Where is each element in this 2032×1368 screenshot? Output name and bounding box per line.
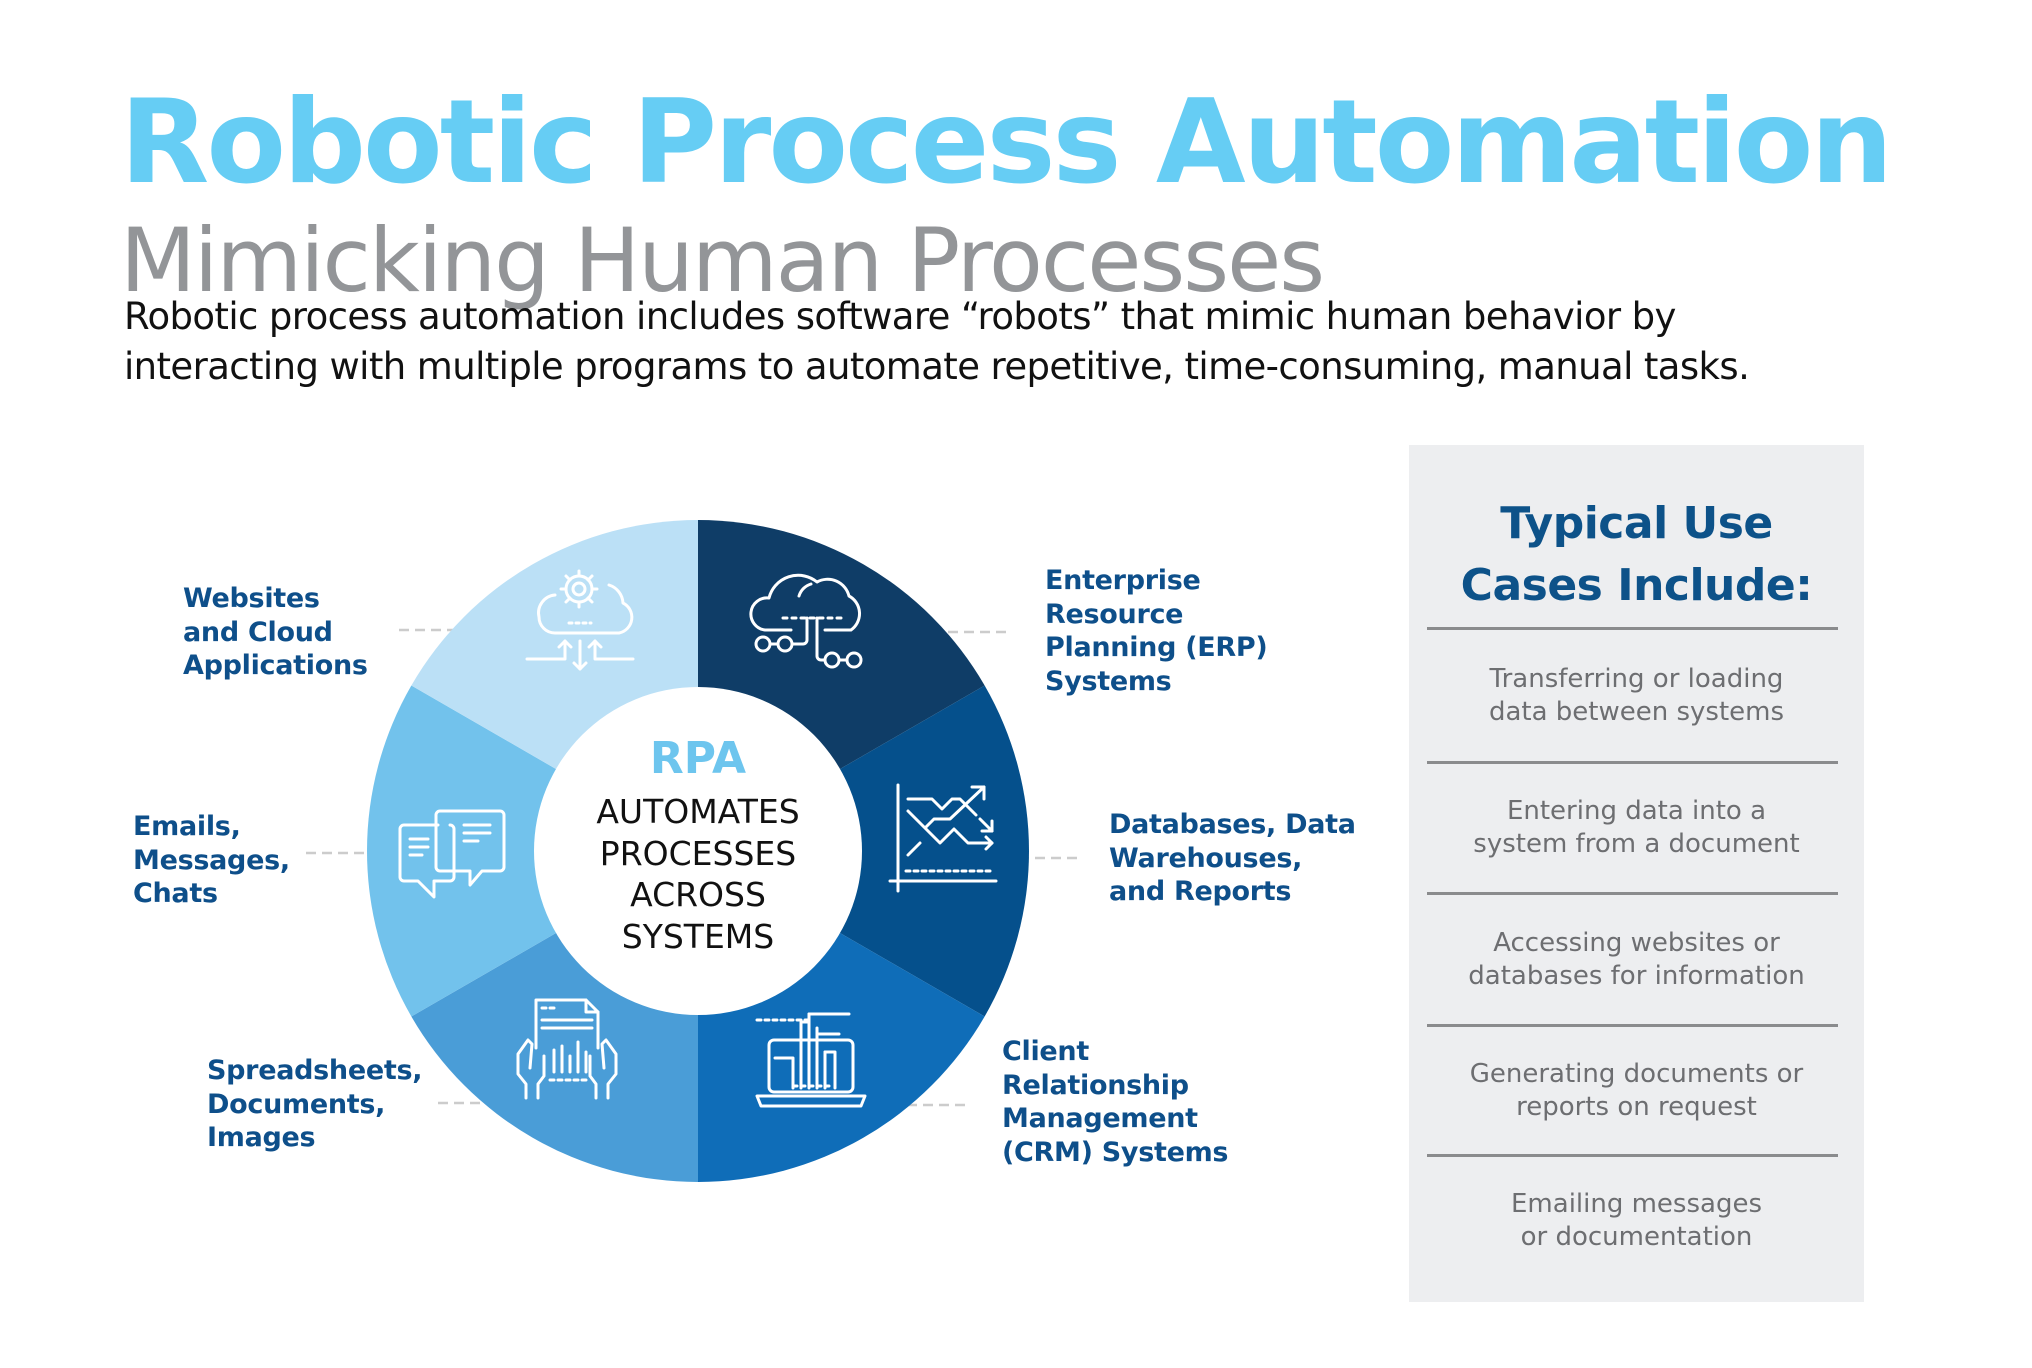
- label-line: Management: [1002, 1103, 1198, 1134]
- divider: [1427, 627, 1838, 630]
- label-line: Chats: [133, 878, 218, 909]
- divider: [1427, 1024, 1838, 1027]
- label-line: Emails,: [133, 811, 241, 842]
- center-caption-line: SYSTEMS: [621, 916, 775, 956]
- use-case-line: Emailing messages: [1511, 1189, 1762, 1219]
- divider: [1427, 761, 1838, 764]
- wheel-center-title: RPA: [649, 733, 747, 784]
- use-case-line: Accessing websites or: [1493, 928, 1780, 958]
- label-crm: Client Relationship Management (CRM) Sys…: [1002, 1035, 1229, 1169]
- label-line: Relationship: [1002, 1069, 1189, 1101]
- label-line: and Reports: [1109, 876, 1292, 907]
- intro-line: Robotic process automation includes soft…: [124, 295, 1676, 338]
- intro-paragraph: Robotic process automation includes soft…: [124, 292, 1750, 392]
- use-cases-panel: Typical Use Cases Include: Transferring …: [1409, 445, 1864, 1302]
- label-line: Messages,: [133, 844, 290, 876]
- label-line: Spreadsheets,: [207, 1055, 423, 1086]
- use-case-line: reports on request: [1516, 1092, 1757, 1122]
- label-line: Resource: [1045, 598, 1184, 630]
- label-line: Systems: [1045, 665, 1172, 697]
- label-erp: Enterprise Resource Planning (ERP) Syste…: [1045, 564, 1268, 698]
- intro-line: interacting with multiple programs to au…: [124, 345, 1750, 388]
- label-databases: Databases, Data Warehouses, and Reports: [1109, 808, 1356, 909]
- label-line: and Cloud: [183, 616, 333, 648]
- use-case-line: or documentation: [1520, 1222, 1753, 1252]
- use-case-line: Generating documents or: [1469, 1059, 1804, 1089]
- use-case-line: databases for information: [1468, 961, 1805, 991]
- label-line: Images: [207, 1122, 316, 1153]
- use-case-line: system from a document: [1473, 829, 1800, 859]
- use-case-line: Transferring or loading: [1489, 664, 1784, 694]
- label-line: Warehouses,: [1109, 842, 1303, 874]
- label-emails: Emails, Messages, Chats: [133, 810, 290, 911]
- use-case-item: Transferring or loading data between sys…: [1409, 663, 1864, 729]
- label-line: Enterprise: [1045, 565, 1201, 596]
- use-case-item: Accessing websites or databases for info…: [1409, 927, 1864, 993]
- label-line: (CRM) Systems: [1002, 1136, 1229, 1168]
- label-line: Applications: [183, 650, 368, 681]
- wheel-center-caption: AUTOMATES PROCESSES ACROSS SYSTEMS: [548, 791, 848, 957]
- center-caption-line: AUTOMATES: [596, 792, 800, 831]
- center-caption-line: PROCESSES: [599, 833, 797, 873]
- use-cases-title-line: Cases Include:: [1460, 560, 1813, 611]
- label-line: Documents,: [207, 1088, 386, 1120]
- use-cases-title: Typical Use Cases Include:: [1409, 493, 1864, 617]
- label-line: Databases, Data: [1109, 809, 1356, 840]
- label-spreadsheets: Spreadsheets, Documents, Images: [207, 1054, 423, 1155]
- label-line: Websites: [183, 583, 320, 614]
- use-case-item: Entering data into a system from a docum…: [1409, 795, 1864, 861]
- label-websites: Websites and Cloud Applications: [183, 582, 368, 683]
- page-title: Robotic Process Automation: [120, 75, 1893, 210]
- use-case-line: Entering data into a: [1506, 796, 1767, 826]
- use-case-item: Generating documents or reports on reque…: [1409, 1058, 1864, 1124]
- use-case-item: Emailing messages or documentation: [1409, 1188, 1864, 1254]
- divider: [1427, 892, 1838, 895]
- divider: [1427, 1154, 1838, 1157]
- use-cases-title-line: Typical Use: [1500, 498, 1773, 549]
- use-case-line: data between systems: [1488, 697, 1785, 727]
- center-caption-line: ACROSS: [630, 875, 766, 914]
- label-line: Client: [1002, 1036, 1089, 1067]
- label-line: Planning (ERP): [1045, 632, 1268, 663]
